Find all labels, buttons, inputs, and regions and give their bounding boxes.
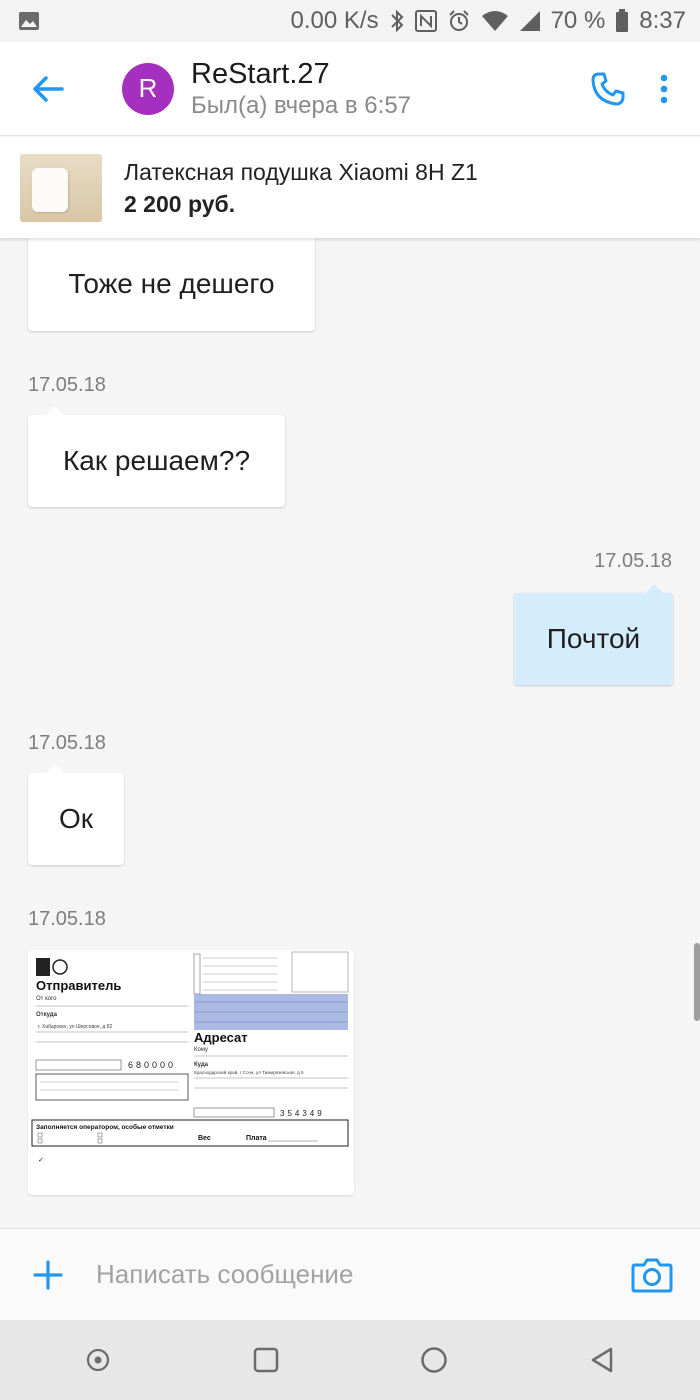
message-date: 17.05.18 [594, 550, 672, 572]
postal-form-image: Отправитель От кого Откуда г. Хабаровск,… [28, 950, 354, 1195]
product-card[interactable]: Латексная подушка Xiaomi 8H Z1 2 200 руб… [0, 137, 700, 238]
image-operator-note: Заполняется оператором, особые отметки [36, 1123, 174, 1131]
image-from-where-label: Откуда [36, 1012, 58, 1018]
attach-button[interactable] [0, 1229, 96, 1321]
nav-back-button[interactable] [557, 1320, 647, 1400]
signal-icon [519, 10, 541, 32]
triangle-back-icon [591, 1347, 613, 1373]
message-bubble[interactable]: Тоже не дешего [28, 238, 315, 331]
arrow-back-icon [33, 75, 64, 102]
battery-percent: 70 % [550, 7, 606, 34]
svg-text:✓: ✓ [38, 1157, 44, 1164]
message-input[interactable] [96, 1244, 612, 1305]
scrollbar-thumb[interactable] [694, 943, 700, 1021]
status-bar: 0.00 K/s 70 % 8:37 [0, 0, 700, 42]
image-sender-address: г. Хабаровск, ул Шерсовое, д 82 [38, 1024, 112, 1030]
message-date: 17.05.18 [28, 732, 106, 754]
circle-home-icon [421, 1347, 447, 1373]
system-nav-bar [0, 1320, 700, 1400]
message-text: Как решаем?? [62, 445, 251, 476]
more-vert-icon [660, 74, 668, 103]
wifi-icon [481, 10, 509, 32]
battery-icon [615, 9, 629, 33]
image-to-label: Кому [194, 1047, 208, 1053]
bluetooth-icon [389, 9, 405, 33]
message-composer [0, 1228, 700, 1320]
nav-assist-button[interactable] [53, 1320, 143, 1400]
message-bubble[interactable]: Как решаем?? [28, 406, 285, 507]
plus-icon [33, 1259, 63, 1290]
clock: 8:37 [639, 7, 686, 34]
image-from-label: От кого [36, 996, 57, 1002]
image-recipient-heading: Адресат [194, 1030, 248, 1045]
net-speed: 0.00 K/s [290, 7, 379, 34]
square-icon [253, 1347, 279, 1373]
more-menu-button[interactable] [638, 59, 690, 119]
product-price: 2 200 руб. [124, 190, 236, 217]
image-to-where-label: Куда [194, 1062, 209, 1068]
product-title: Латексная подушка Xiaomi 8H Z1 [124, 158, 478, 185]
phone-icon [591, 72, 625, 105]
chat-name: ReStart.27 [191, 57, 330, 90]
message-bubble[interactable]: Ок [28, 764, 124, 865]
back-button[interactable] [0, 42, 96, 136]
chat-title-block[interactable]: ReStart.27 Был(а) вчера в 6:57 [191, 57, 578, 121]
image-attachment[interactable]: Отправитель От кого Откуда г. Хабаровск,… [28, 950, 354, 1195]
chat-header: R ReStart.27 Был(а) вчера в 6:57 [0, 42, 700, 136]
target-dot-icon [86, 1348, 110, 1372]
image-recipient-index: 354349 [280, 1109, 325, 1118]
message-text: Почтой [546, 623, 641, 654]
image-sender-index: 680000 [128, 1060, 176, 1070]
message-bubble-outgoing[interactable]: Почтой [514, 584, 673, 685]
image-weight-label: Вес [198, 1135, 211, 1142]
message-text: Тоже не дешего [68, 267, 275, 299]
message-list[interactable]: Тоже не дешего 17.05.18 Как решаем?? 17.… [0, 238, 700, 1228]
image-recipient-address: Краснодарский край, г Сочи, ул Тимирязев… [194, 1069, 304, 1075]
message-text: Ок [58, 803, 94, 834]
call-button[interactable] [578, 59, 638, 119]
message-date: 17.05.18 [28, 908, 106, 930]
image-sender-heading: Отправитель [36, 978, 121, 993]
camera-button[interactable] [612, 1229, 692, 1321]
image-icon [18, 11, 40, 31]
last-seen-status: Был(а) вчера в 6:57 [191, 91, 412, 119]
nav-home-button[interactable] [389, 1320, 479, 1400]
product-thumbnail [20, 153, 102, 222]
nfc-icon [414, 10, 437, 32]
image-fee-label: Плата [246, 1135, 267, 1142]
camera-icon [631, 1258, 673, 1292]
nav-recents-button[interactable] [221, 1320, 311, 1400]
avatar[interactable]: R [122, 62, 174, 115]
message-date: 17.05.18 [28, 374, 106, 396]
alarm-icon [447, 9, 471, 33]
